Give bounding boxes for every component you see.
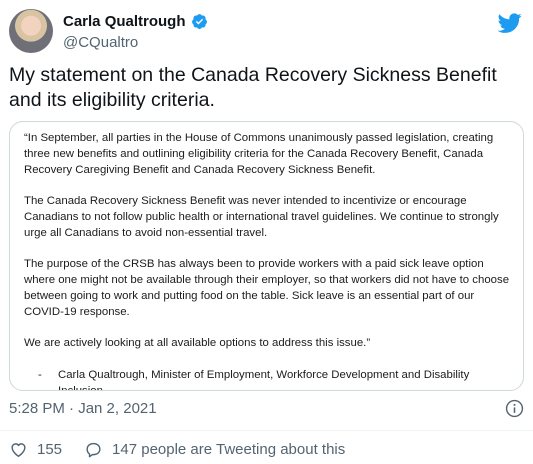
tweet-timestamp[interactable]: 5:28 PM · Jan 2, 2021 [9, 400, 157, 417]
speech-bubble-icon[interactable] [84, 440, 103, 459]
statement-paragraph: The purpose of the CRSB has always been … [24, 258, 510, 318]
tweet-actions: 155 147 people are Tweeting about this [9, 440, 345, 459]
avatar[interactable] [9, 9, 53, 53]
twitter-bird-icon[interactable] [498, 11, 522, 35]
signature-text: Carla Qualtrough, Minister of Employment… [58, 368, 470, 391]
verified-badge-icon [191, 14, 207, 29]
statement-paragraph: The Canada Recovery Sickness Benefit was… [24, 195, 499, 239]
divider [0, 430, 533, 431]
author-name-row: Carla Qualtrough [63, 13, 208, 30]
statement-paragraph: We are actively looking at all available… [24, 337, 371, 350]
like-count[interactable]: 155 [37, 441, 62, 458]
statement-signature: - Carla Qualtrough, Minister of Employme… [24, 368, 514, 391]
statement-body: “In September, all parties in the House … [24, 131, 514, 391]
statement-image-card[interactable]: “In September, all parties in the House … [9, 121, 524, 391]
author-handle[interactable]: @CQualtro [63, 34, 138, 51]
signature-dash: - [38, 368, 42, 381]
tweeting-about-link[interactable]: 147 people are Tweeting about this [112, 441, 345, 458]
statement-paragraph: “In September, all parties in the House … [24, 132, 494, 176]
info-icon[interactable] [505, 399, 524, 418]
heart-icon[interactable] [9, 440, 28, 459]
author-display-name[interactable]: Carla Qualtrough [63, 13, 186, 30]
tweet-text: My statement on the Canada Recovery Sick… [9, 64, 497, 111]
